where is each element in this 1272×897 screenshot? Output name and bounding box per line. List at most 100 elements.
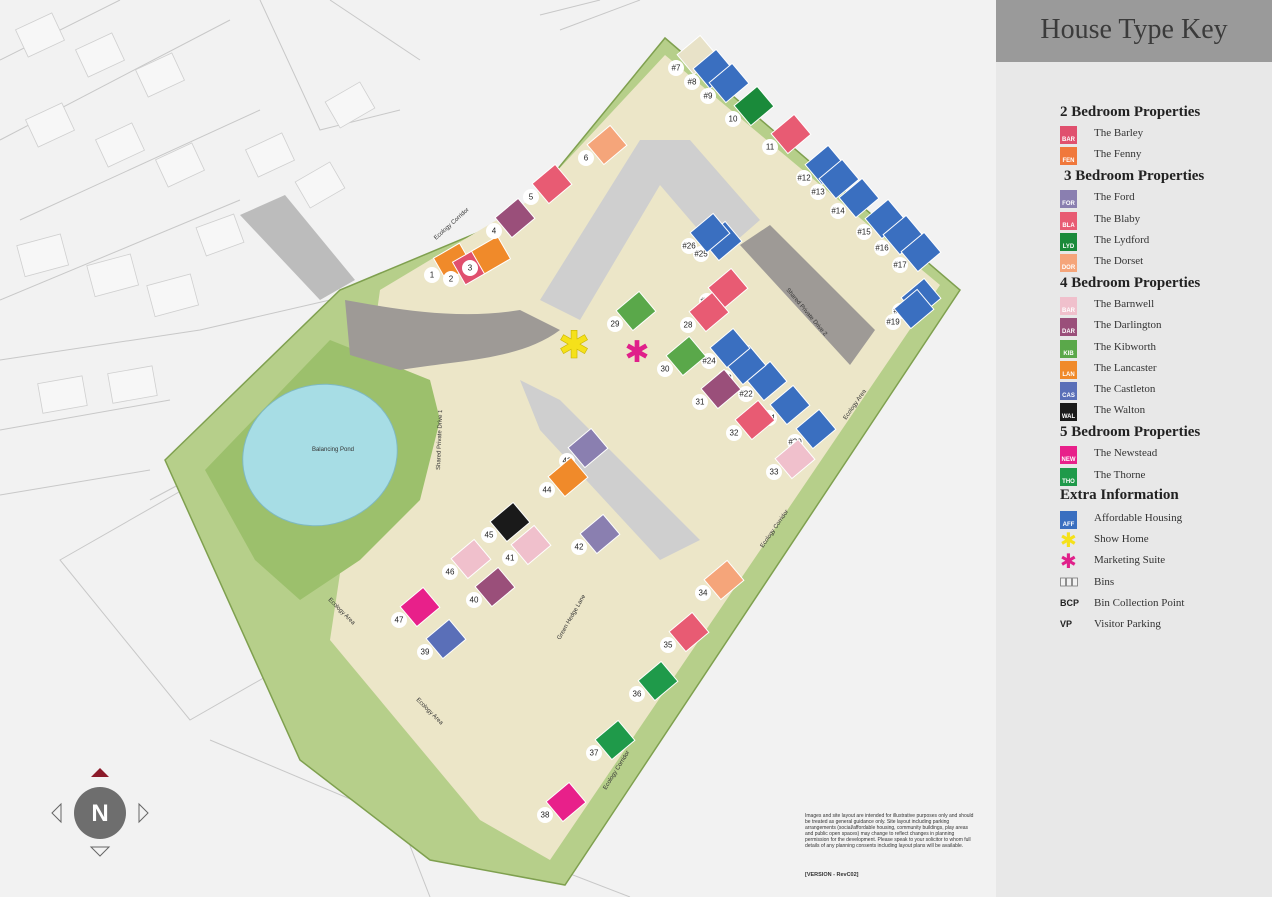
- key-item-label: The Thorne: [1094, 468, 1146, 481]
- key-swatch: THO: [1060, 467, 1077, 486]
- site-plan-svg: Balancing Pond Ecology Corridor Ecology …: [0, 0, 961, 897]
- site-plan-map: Balancing Pond Ecology Corridor Ecology …: [0, 0, 996, 897]
- plot-number: 32: [730, 429, 739, 438]
- north-arrow-icon: [91, 768, 109, 777]
- plot-number: 2: [449, 275, 454, 284]
- plot-number: 33: [770, 468, 779, 477]
- key-swatch: BAR: [1060, 126, 1077, 144]
- key-section-title: 3 Bedroom Properties: [1064, 168, 1205, 185]
- plot-number: 39: [421, 648, 430, 657]
- plot-number: 11: [766, 143, 775, 152]
- plot-number: 38: [541, 811, 550, 820]
- plot-number: 6: [584, 154, 589, 163]
- plot-number: #8: [688, 78, 697, 87]
- key-swatch: CAS: [1060, 382, 1077, 400]
- plot-number: #17: [893, 261, 907, 270]
- key-item-label: Bin Collection Point: [1094, 597, 1185, 609]
- key-item-label: The Darlington: [1094, 319, 1162, 332]
- west-arrow-icon: [51, 802, 62, 824]
- key-item-label: The Lydford: [1094, 233, 1150, 246]
- plot-number: #12: [797, 174, 811, 183]
- plot-number: 30: [661, 365, 670, 374]
- plot-number: 41: [506, 554, 515, 563]
- key-swatch: KIB: [1060, 339, 1077, 358]
- key-swatch: DOR: [1060, 254, 1077, 272]
- east-arrow-icon: [138, 802, 149, 824]
- key-swatch: NEW: [1060, 446, 1077, 465]
- key-swatch: FOR: [1060, 190, 1077, 209]
- compass-rose: N: [50, 766, 150, 858]
- plot-number: 36: [633, 690, 642, 699]
- plot-number: #15: [857, 228, 871, 237]
- version-label: [VERSION - RevC02]: [805, 872, 859, 878]
- label-ecology-corridor-north: Ecology Corridor: [433, 207, 470, 241]
- key-title: House Type Key: [1040, 14, 1228, 45]
- south-arrow-icon: [89, 846, 111, 857]
- key-item-label: The Newstead: [1094, 447, 1158, 460]
- plot-number: 34: [699, 589, 708, 598]
- key-item-label: Affordable Housing: [1094, 511, 1183, 524]
- marketing-suite-icon: ✱: [1060, 549, 1077, 574]
- plot-number: 47: [395, 616, 404, 625]
- plot-number: 44: [543, 486, 552, 495]
- key-header: House Type Key: [996, 0, 1272, 62]
- key-item-label: Show Home: [1094, 533, 1149, 546]
- key-item-label: Bins: [1094, 575, 1115, 588]
- key-item-label: The Kibworth: [1094, 340, 1157, 353]
- access-road-west: [240, 195, 355, 300]
- key-swatch: BAR: [1060, 297, 1077, 316]
- key-item-label: The Fenny: [1094, 148, 1142, 161]
- key-item-label: Marketing Suite: [1094, 554, 1166, 567]
- key-swatch: BLA: [1060, 211, 1077, 230]
- key-section-title: 5 Bedroom Properties: [1060, 424, 1201, 441]
- plot-number: 46: [446, 568, 455, 577]
- key-swatch: LYD: [1060, 232, 1077, 251]
- disclaimer-text: Images and site layout are intended for …: [805, 813, 974, 849]
- plot-number: 35: [664, 641, 673, 650]
- key-item-label: The Ford: [1094, 191, 1135, 204]
- key-item-label: The Castleton: [1094, 383, 1156, 395]
- compass-letter: N: [91, 800, 108, 827]
- plot-number: 3: [468, 264, 473, 273]
- plot-number: #9: [704, 92, 713, 101]
- plot-number: 1: [430, 271, 435, 280]
- show-home-star-icon: ✱: [558, 323, 590, 367]
- key-section-title: Extra Information: [1060, 486, 1179, 503]
- key-item-label: The Blaby: [1094, 212, 1141, 225]
- key-abbr-text: VP: [1060, 619, 1073, 630]
- plot-number: #26: [682, 242, 696, 251]
- pond-label: Balancing Pond: [312, 447, 354, 453]
- plot-number: #16: [875, 244, 889, 253]
- key-item-label: The Dorset: [1094, 255, 1144, 267]
- plot-number: 45: [485, 531, 494, 540]
- plot-number: #14: [831, 207, 845, 216]
- plot-number: 5: [529, 193, 534, 202]
- key-swatch: WAL: [1060, 403, 1077, 422]
- key-item-label: The Lancaster: [1094, 361, 1157, 374]
- key-section-title: 4 Bedroom Properties: [1060, 275, 1201, 292]
- house-type-key-panel: House Type Key 2 Bedroom Properties BAR Th…: [996, 0, 1272, 897]
- plot-number: #13: [811, 188, 825, 197]
- bins-icon: [1060, 577, 1078, 589]
- key-swatch: AFF: [1060, 510, 1077, 529]
- plot-number: 28: [684, 321, 693, 330]
- marketing-suite-star-icon: ✱: [624, 335, 649, 370]
- plot-number: #19: [886, 318, 900, 327]
- key-swatch: LAN: [1060, 360, 1077, 379]
- plot-number: 4: [492, 227, 497, 236]
- plot-number: #22: [739, 390, 753, 399]
- plot-number: #7: [672, 64, 681, 73]
- plot-number: 10: [729, 115, 738, 124]
- key-abbr-text: BCP: [1060, 598, 1080, 608]
- key-swatch: DAR: [1060, 318, 1077, 337]
- key-item-label: The Barley: [1094, 127, 1144, 139]
- key-item-label: Visitor Parking: [1094, 618, 1161, 631]
- plot-number: 40: [470, 596, 479, 605]
- key-swatch: FEN: [1060, 147, 1077, 166]
- plot-number: 37: [590, 749, 599, 758]
- key-item-label: The Walton: [1094, 404, 1146, 417]
- key-item-label: The Barnwell: [1094, 298, 1155, 311]
- plot-number: 42: [575, 543, 584, 552]
- plot-number: 31: [696, 398, 705, 407]
- plot-number: 29: [611, 320, 620, 329]
